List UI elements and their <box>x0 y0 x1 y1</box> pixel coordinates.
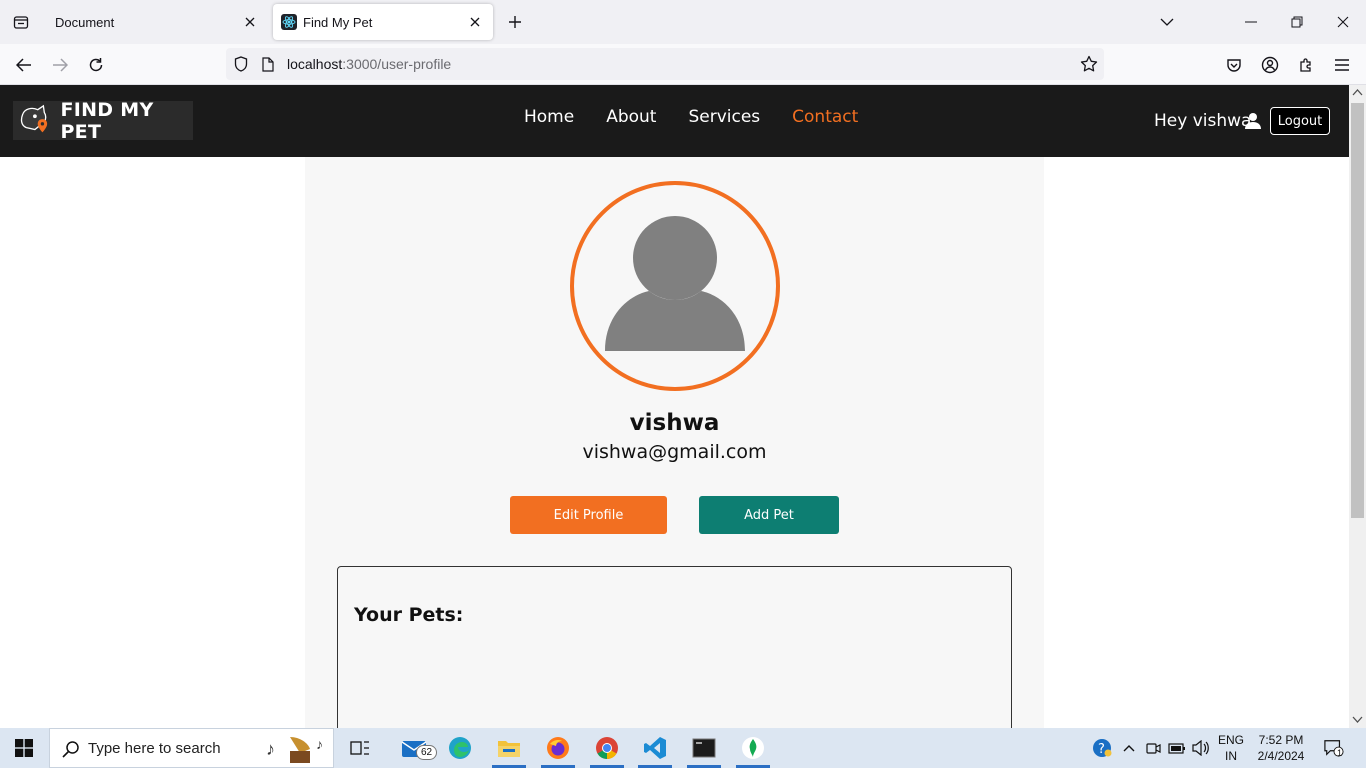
back-arrow-icon[interactable] <box>11 52 37 78</box>
scroll-down-icon[interactable] <box>1352 716 1363 724</box>
vscode-icon[interactable] <box>632 728 678 768</box>
meet-now-icon[interactable] <box>1143 738 1163 758</box>
chevron-up-icon[interactable] <box>1119 738 1139 758</box>
profile-email: vishwa@gmail.com <box>582 441 767 463</box>
nav-link-home[interactable]: Home <box>524 107 574 127</box>
close-icon[interactable] <box>242 14 258 30</box>
account-icon[interactable] <box>1257 52 1283 78</box>
clock[interactable]: 7:52 PM 2/4/2024 <box>1252 732 1310 764</box>
mail-badge: 62 <box>416 745 438 760</box>
url-bar[interactable]: localhost:3000/user-profile <box>226 48 1104 80</box>
restore-icon[interactable] <box>1274 0 1320 44</box>
bookmark-star-icon[interactable] <box>1076 51 1102 77</box>
pocket-icon[interactable] <box>1221 52 1247 78</box>
chevron-down-icon[interactable] <box>1144 0 1190 44</box>
forward-arrow-icon[interactable] <box>47 52 73 78</box>
tab-list-icon[interactable] <box>0 0 42 44</box>
browser-tab-find-my-pet[interactable]: Find My Pet <box>273 4 493 40</box>
default-avatar-icon <box>605 216 745 351</box>
profile-name: vishwa <box>629 410 720 436</box>
search-placeholder: Type here to search <box>88 739 221 757</box>
scroll-thumb[interactable] <box>1351 103 1364 518</box>
menu-hamburger-icon[interactable] <box>1329 52 1355 78</box>
nav-link-services[interactable]: Services <box>688 107 760 127</box>
notification-count: 1 <box>1337 748 1343 758</box>
minimize-icon[interactable] <box>1228 0 1274 44</box>
svg-text:♪: ♪ <box>316 736 323 752</box>
browser-nav-bar: localhost:3000/user-profile <box>0 44 1366 85</box>
chrome-icon[interactable] <box>584 728 630 768</box>
mongodb-compass-icon[interactable] <box>730 728 776 768</box>
page-scrollbar[interactable] <box>1349 85 1366 728</box>
help-icon[interactable]: ? <box>1092 738 1112 758</box>
svg-text:♪: ♪ <box>266 739 275 759</box>
nav-link-about[interactable]: About <box>606 107 656 127</box>
page-viewport: FIND MY PET Home About Services Contact … <box>0 85 1349 728</box>
site-nav: Home About Services Contact <box>524 107 858 127</box>
page-icon[interactable] <box>255 51 281 77</box>
nav-link-contact[interactable]: Contact <box>792 107 858 127</box>
url-path: :3000/user-profile <box>342 56 452 72</box>
taskbar-search-input[interactable]: Type here to search ♪ ♪ <box>49 728 334 768</box>
react-icon <box>281 14 297 30</box>
svg-text:?: ? <box>1098 742 1105 757</box>
clock-date: 2/4/2024 <box>1257 749 1305 763</box>
terminal-icon[interactable] <box>681 728 727 768</box>
shield-icon[interactable] <box>228 51 254 77</box>
battery-icon[interactable] <box>1167 738 1187 758</box>
windows-taskbar: Type here to search ♪ ♪ 62 ? ENG IN 7:52… <box>0 728 1366 768</box>
user-greeting: Hey vishwa <box>1154 111 1252 131</box>
browser-tab-strip: Document Find My Pet <box>0 0 1366 44</box>
volume-icon[interactable] <box>1191 738 1211 758</box>
window-close-icon[interactable] <box>1320 0 1366 44</box>
url-text[interactable]: localhost:3000/user-profile <box>287 56 451 72</box>
site-logo[interactable]: FIND MY PET <box>13 98 193 143</box>
task-view-icon[interactable] <box>337 728 383 768</box>
lang-region: IN <box>1225 749 1237 763</box>
tab-title: Document <box>55 14 115 30</box>
language-indicator[interactable]: ENG IN <box>1218 732 1244 764</box>
scroll-up-icon[interactable] <box>1352 88 1363 96</box>
browser-tab-document[interactable]: Document <box>42 4 268 40</box>
edge-icon[interactable] <box>437 728 483 768</box>
tab-title: Find My Pet <box>303 14 373 30</box>
logo-text: FIND MY PET <box>60 98 154 143</box>
notification-icon[interactable]: 1 <box>1324 738 1344 758</box>
close-icon[interactable] <box>467 14 483 30</box>
pets-title: Your Pets: <box>354 604 464 626</box>
logout-button[interactable]: Logout <box>1270 107 1330 135</box>
clock-time: 7:52 PM <box>1258 733 1304 747</box>
file-explorer-icon[interactable] <box>486 728 532 768</box>
pets-section: Your Pets: <box>337 566 1012 728</box>
search-icon <box>62 741 79 758</box>
reload-icon[interactable] <box>83 52 109 78</box>
gramophone-icon[interactable]: ♪ ♪ <box>264 733 330 765</box>
firefox-icon[interactable] <box>535 728 581 768</box>
add-pet-button[interactable]: Add Pet <box>699 496 839 534</box>
lang-code: ENG <box>1218 733 1245 747</box>
new-tab-plus-icon[interactable] <box>503 10 527 34</box>
user-icon[interactable] <box>1244 112 1262 130</box>
profile-panel: vishwa vishwa@gmail.com Edit Profile Add… <box>305 157 1044 728</box>
edit-profile-button[interactable]: Edit Profile <box>510 496 667 534</box>
extensions-icon[interactable] <box>1293 52 1319 78</box>
url-host: localhost <box>287 56 343 72</box>
pet-logo-icon <box>20 104 48 132</box>
site-header: FIND MY PET Home About Services Contact … <box>0 85 1349 157</box>
avatar <box>570 181 780 391</box>
windows-start-icon[interactable] <box>0 728 48 768</box>
